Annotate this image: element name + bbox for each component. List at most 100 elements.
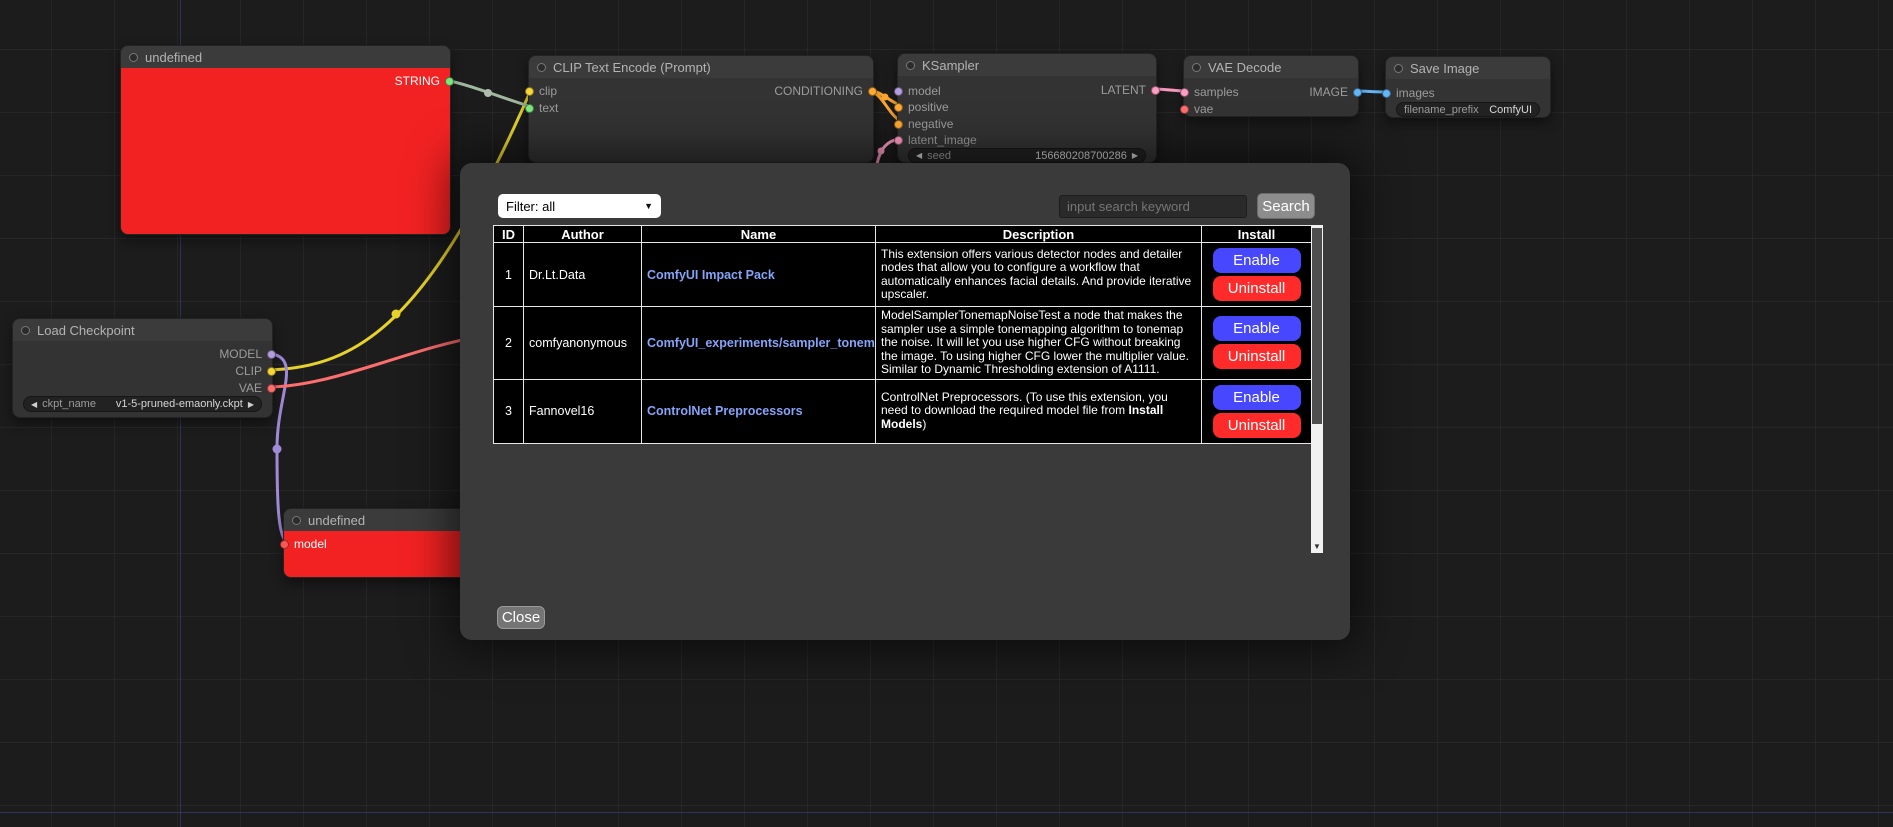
node-error-body: STRING bbox=[121, 68, 450, 234]
enable-button[interactable]: Enable bbox=[1213, 248, 1301, 273]
widget-increment-arrow[interactable]: ▶ bbox=[1132, 151, 1138, 160]
output-slot-string: STRING bbox=[395, 74, 454, 88]
node-collapse-dot[interactable] bbox=[906, 61, 915, 70]
seed-widget[interactable]: ◀ seed 156680208700286 ▶ bbox=[908, 148, 1146, 163]
node-collapse-dot[interactable] bbox=[129, 53, 138, 62]
input-slot-vae: vae bbox=[1180, 102, 1213, 116]
input-label: latent_image bbox=[908, 133, 977, 147]
extension-row: 1Dr.Lt.DataComfyUI Impact PackThis exten… bbox=[494, 243, 1312, 307]
widget-value: ComfyUI bbox=[1489, 104, 1532, 116]
input-slot-latent-image: latent_image bbox=[894, 133, 977, 147]
input-pin-latent-image[interactable] bbox=[894, 136, 903, 145]
uninstall-button[interactable]: Uninstall bbox=[1213, 344, 1301, 369]
output-label: IMAGE bbox=[1309, 85, 1348, 99]
node-header[interactable]: CLIP Text Encode (Prompt) bbox=[529, 56, 873, 78]
output-label: STRING bbox=[395, 74, 440, 88]
node-clip-text-encode[interactable]: CLIP Text Encode (Prompt) clip text COND… bbox=[528, 55, 874, 163]
output-pin-conditioning[interactable] bbox=[868, 87, 877, 96]
close-button[interactable]: Close bbox=[497, 606, 545, 629]
node-collapse-dot[interactable] bbox=[292, 516, 301, 525]
input-slot-clip: clip bbox=[525, 84, 557, 98]
output-slot-latent: LATENT bbox=[1101, 83, 1160, 97]
input-pin-clip[interactable] bbox=[525, 87, 534, 96]
node-header[interactable]: Save Image bbox=[1386, 57, 1550, 79]
node-undefined-bottom[interactable]: undefined model bbox=[283, 508, 479, 578]
input-pin-negative[interactable] bbox=[894, 120, 903, 129]
node-header[interactable]: undefined bbox=[284, 509, 478, 531]
enable-button[interactable]: Enable bbox=[1213, 316, 1301, 341]
node-vae-decode[interactable]: VAE Decode samples vae IMAGE bbox=[1183, 55, 1359, 117]
cell-id: 1 bbox=[494, 243, 524, 307]
enable-button[interactable]: Enable bbox=[1213, 385, 1301, 410]
node-collapse-dot[interactable] bbox=[537, 63, 546, 72]
output-label: LATENT bbox=[1101, 83, 1146, 97]
filename-prefix-widget[interactable]: filename_prefix ComfyUI bbox=[1396, 102, 1540, 117]
output-pin-clip[interactable] bbox=[267, 367, 276, 376]
search-input[interactable] bbox=[1059, 195, 1247, 218]
extension-table-body: 1Dr.Lt.DataComfyUI Impact PackThis exten… bbox=[494, 243, 1312, 444]
input-pin-model[interactable] bbox=[894, 87, 903, 96]
output-pin-string[interactable] bbox=[445, 77, 454, 86]
input-pin-model[interactable] bbox=[280, 540, 289, 549]
column-header-id: ID bbox=[494, 226, 524, 243]
extension-link[interactable]: ComfyUI_experiments/sampler_tonemap bbox=[647, 336, 876, 350]
input-label: images bbox=[1396, 86, 1435, 100]
extension-link[interactable]: ComfyUI Impact Pack bbox=[647, 268, 775, 282]
extension-link[interactable]: ControlNet Preprocessors bbox=[647, 404, 803, 418]
node-title: Load Checkpoint bbox=[37, 323, 135, 338]
node-undefined-top[interactable]: undefined STRING bbox=[120, 45, 451, 235]
widget-label: ckpt_name bbox=[42, 398, 96, 410]
node-title: VAE Decode bbox=[1208, 60, 1281, 75]
ckpt-name-widget[interactable]: ◀ ckpt_name v1-5-pruned-emaonly.ckpt ▶ bbox=[23, 396, 262, 412]
node-error-body: model bbox=[284, 531, 478, 577]
output-label: MODEL bbox=[219, 347, 262, 361]
input-pin-vae[interactable] bbox=[1180, 105, 1189, 114]
output-pin-vae[interactable] bbox=[267, 384, 276, 393]
input-slot-negative: negative bbox=[894, 117, 953, 131]
input-pin-images[interactable] bbox=[1382, 89, 1391, 98]
input-pin-positive[interactable] bbox=[894, 103, 903, 112]
node-header[interactable]: Load Checkpoint bbox=[13, 319, 272, 341]
widget-next-arrow[interactable]: ▶ bbox=[248, 400, 254, 409]
node-save-image[interactable]: Save Image images filename_prefix ComfyU… bbox=[1385, 56, 1551, 118]
node-header[interactable]: KSampler bbox=[898, 54, 1156, 76]
search-button[interactable]: Search bbox=[1257, 193, 1315, 219]
table-header-row: IDAuthorNameDescriptionInstall bbox=[494, 226, 1312, 243]
node-collapse-dot[interactable] bbox=[1394, 64, 1403, 73]
filter-select[interactable]: Filter: all ▼ bbox=[498, 194, 661, 218]
node-collapse-dot[interactable] bbox=[21, 326, 30, 335]
node-ksampler[interactable]: KSampler model positive negative latent_… bbox=[897, 53, 1157, 163]
uninstall-button[interactable]: Uninstall bbox=[1213, 276, 1301, 301]
column-header-install: Install bbox=[1202, 226, 1312, 243]
input-slot-positive: positive bbox=[894, 100, 949, 114]
input-label: vae bbox=[1194, 102, 1213, 116]
output-pin-image[interactable] bbox=[1353, 88, 1362, 97]
output-pin-latent[interactable] bbox=[1151, 86, 1160, 95]
scrollbar-down-arrow-icon[interactable]: ▼ bbox=[1311, 541, 1323, 553]
cell-author: Fannovel16 bbox=[524, 379, 642, 443]
cell-install: Enable Uninstall bbox=[1202, 243, 1312, 307]
node-load-checkpoint[interactable]: Load Checkpoint MODEL CLIP VAE ◀ ckpt_na… bbox=[12, 318, 273, 418]
extension-table-container: IDAuthorNameDescriptionInstall 1Dr.Lt.Da… bbox=[493, 225, 1323, 555]
output-label: CLIP bbox=[235, 364, 262, 378]
widget-value: v1-5-pruned-emaonly.ckpt bbox=[116, 398, 243, 410]
widget-prev-arrow[interactable]: ◀ bbox=[31, 400, 37, 409]
cell-description: ControlNet Preprocessors. (To use this e… bbox=[876, 379, 1202, 443]
node-title: undefined bbox=[308, 513, 365, 528]
output-label: CONDITIONING bbox=[774, 84, 863, 98]
node-header[interactable]: undefined bbox=[121, 46, 450, 68]
output-slot-conditioning: CONDITIONING bbox=[774, 84, 877, 98]
widget-decrement-arrow[interactable]: ◀ bbox=[916, 151, 922, 160]
node-collapse-dot[interactable] bbox=[1192, 63, 1201, 72]
scrollbar-thumb[interactable] bbox=[1312, 228, 1322, 424]
widget-label: filename_prefix bbox=[1404, 104, 1479, 116]
cell-id: 2 bbox=[494, 307, 524, 380]
extension-table: IDAuthorNameDescriptionInstall 1Dr.Lt.Da… bbox=[493, 225, 1312, 444]
output-pin-model[interactable] bbox=[267, 350, 276, 359]
input-slot-images: images bbox=[1382, 86, 1435, 100]
input-pin-samples[interactable] bbox=[1180, 88, 1189, 97]
uninstall-button[interactable]: Uninstall bbox=[1213, 413, 1301, 438]
node-header[interactable]: VAE Decode bbox=[1184, 56, 1358, 78]
input-pin-text[interactable] bbox=[525, 104, 534, 113]
table-scrollbar[interactable]: ▼ bbox=[1311, 225, 1323, 553]
